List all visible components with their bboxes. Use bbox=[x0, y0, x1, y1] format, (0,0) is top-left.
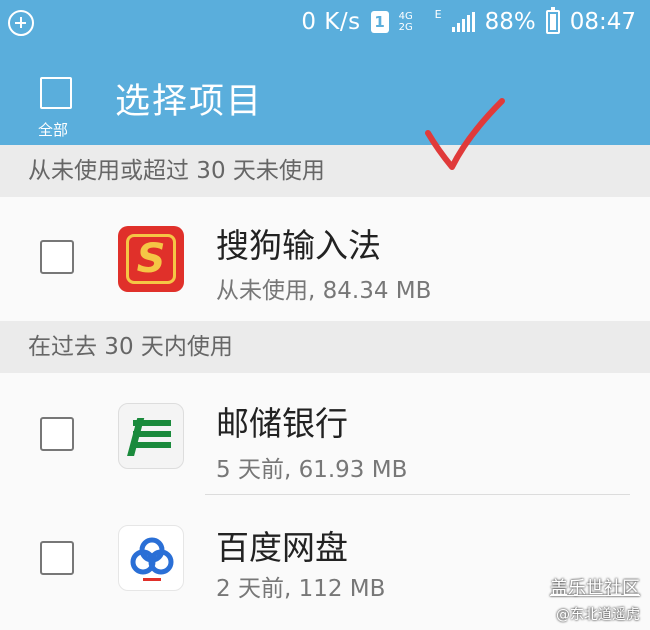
divider bbox=[205, 494, 630, 495]
app-name: 搜狗输入法 bbox=[216, 226, 381, 265]
app-name: 邮储银行 bbox=[216, 404, 348, 443]
postal-bank-icon bbox=[118, 403, 184, 469]
page-title: 选择项目 bbox=[115, 82, 264, 122]
status-bar: 0 K/s 1 4G 2G E 88% 08:47 bbox=[0, 0, 650, 45]
network-type-icon: 4G 2G bbox=[399, 11, 425, 33]
item-checkbox[interactable] bbox=[40, 541, 74, 575]
network-type-bottom: 2G bbox=[398, 22, 413, 33]
watermark-line1: 盖乐世社区 bbox=[550, 578, 640, 599]
baidu-netdisk-icon bbox=[118, 525, 184, 591]
watermark-line2: @东北道遥虎 bbox=[556, 607, 640, 623]
sogou-icon: S bbox=[118, 226, 184, 292]
watermark: 盖乐世社区 @东北道遥虎 bbox=[550, 574, 640, 624]
status-indicators: 0 K/s 1 4G 2G E 88% 08:47 bbox=[301, 6, 636, 38]
battery-icon bbox=[545, 7, 560, 34]
app-detail: 从未使用, 84.34 MB bbox=[216, 278, 432, 304]
app-detail: 2 天前, 112 MB bbox=[216, 576, 386, 602]
select-all-label: 全部 bbox=[38, 121, 69, 139]
section-header-unused: 从未使用或超过 30 天未使用 bbox=[0, 145, 650, 197]
clock: 08:47 bbox=[569, 9, 636, 35]
signal-icon bbox=[451, 12, 475, 32]
app-bar: 全部 选择项目 bbox=[0, 45, 650, 145]
select-all-checkbox[interactable] bbox=[40, 77, 72, 109]
section-header-recent: 在过去 30 天内使用 bbox=[0, 321, 650, 373]
network-speed: 0 K/s bbox=[301, 9, 361, 35]
battery-percent: 88% bbox=[484, 9, 536, 35]
add-circle-icon bbox=[8, 10, 34, 36]
sim-icon: 1 bbox=[370, 11, 389, 33]
item-checkbox[interactable] bbox=[40, 240, 74, 274]
network-type-top: 4G bbox=[398, 11, 413, 22]
app-name: 百度网盘 bbox=[216, 528, 348, 567]
edge-indicator: E bbox=[434, 8, 442, 21]
list-item[interactable]: S 搜狗输入法 从未使用, 84.34 MB bbox=[0, 197, 650, 321]
app-detail: 5 天前, 61.93 MB bbox=[216, 457, 408, 483]
item-checkbox[interactable] bbox=[40, 417, 74, 451]
